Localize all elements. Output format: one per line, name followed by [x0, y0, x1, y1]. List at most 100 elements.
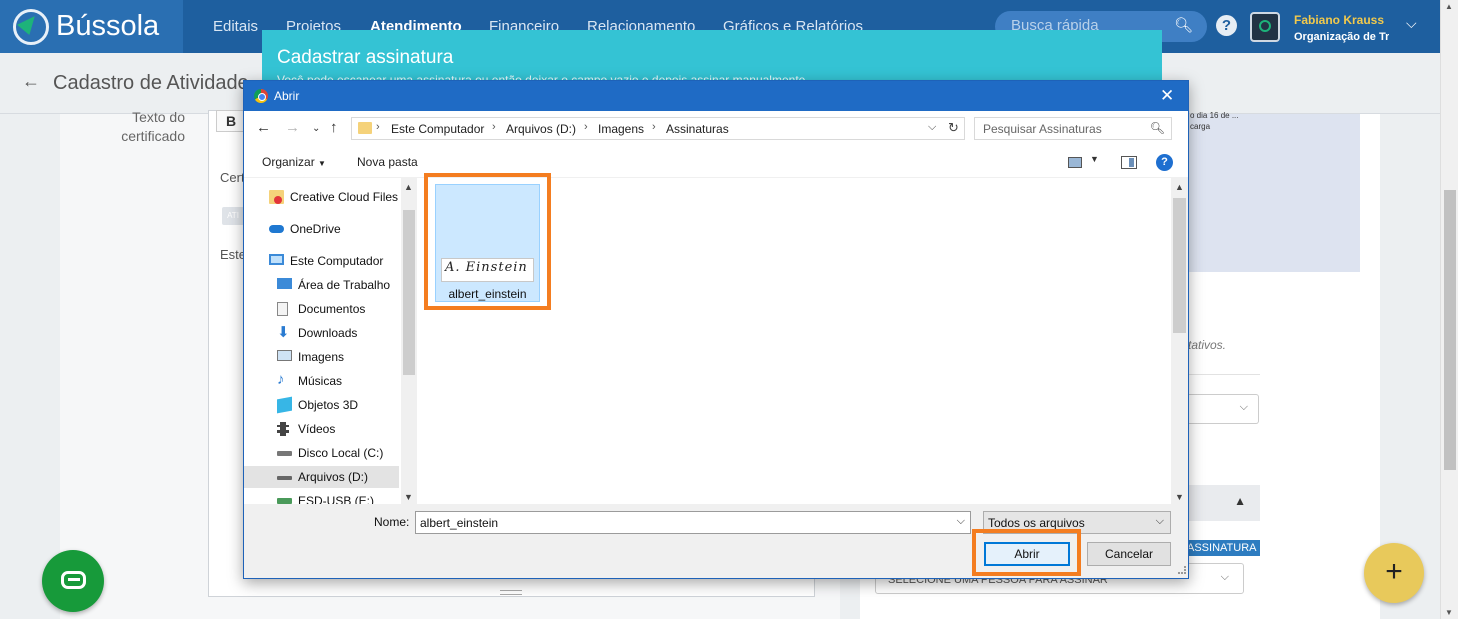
up-folder-icon[interactable]: ↑	[330, 119, 338, 136]
chevron-right-icon[interactable]: ›	[652, 121, 656, 133]
file-name-value: albert_einstein	[420, 516, 499, 530]
hint-text: tativos.	[1188, 338, 1227, 352]
scroll-down-icon[interactable]: ▼	[404, 492, 413, 502]
back-icon[interactable]: ←	[256, 119, 271, 136]
scroll-down-icon[interactable]: ▼	[1445, 608, 1453, 617]
tree-item-esd-usb[interactable]: ESD-USB (E:)	[277, 490, 399, 504]
tree-item-imagens[interactable]: Imagens	[277, 346, 399, 368]
file-list-scrollbar[interactable]: ▲ ▼	[1171, 178, 1188, 504]
help-icon[interactable]: ?	[1216, 15, 1237, 36]
navigation-pane: Creative Cloud Files OneDrive Este Compu…	[244, 178, 417, 504]
downloads-icon: ⬇	[277, 324, 290, 341]
new-folder-button[interactable]: Nova pasta	[357, 155, 418, 169]
scroll-up-icon[interactable]: ▲	[1445, 2, 1453, 11]
logo[interactable]: Bússola	[0, 0, 183, 53]
file-name-input[interactable]: albert_einstein ⌵	[415, 511, 971, 534]
resize-handle[interactable]	[500, 590, 522, 595]
pictures-icon	[277, 350, 292, 361]
add-button[interactable]: +	[1364, 543, 1424, 603]
chevron-right-icon[interactable]: ›	[492, 121, 496, 133]
folder-icon	[358, 122, 372, 134]
folder-search-placeholder: Pesquisar Assinaturas	[983, 122, 1102, 136]
variable-tag[interactable]: ATI	[222, 207, 244, 225]
page-scrollbar[interactable]: ▲ ▼	[1440, 0, 1458, 619]
open-file-dialog: Abrir ✕ ← → ⌄ ↑ › Este Computador › Arqu…	[243, 80, 1189, 579]
option-select[interactable]: ⌵	[1186, 394, 1259, 424]
tree-item-label: OneDrive	[290, 222, 341, 236]
breadcrumb-arquivos[interactable]: Arquivos (D:)	[506, 122, 576, 136]
search-icon[interactable]: 🔍︎	[1174, 16, 1193, 34]
computer-icon	[269, 254, 284, 265]
page-title: Cadastro de Atividade	[53, 72, 249, 94]
creative-cloud-icon	[269, 190, 284, 204]
chevron-down-icon: ⌵	[1220, 571, 1229, 583]
chevron-right-icon[interactable]: ›	[376, 121, 380, 133]
chevron-down-icon[interactable]: ⌵	[1406, 15, 1417, 32]
user-name[interactable]: Fabiano Krauss	[1294, 13, 1384, 27]
tree-item-label: Área de Trabalho	[298, 278, 391, 292]
documents-icon	[277, 302, 288, 316]
tree-item-label: Este Computador	[290, 254, 384, 268]
breadcrumb-este-computador[interactable]: Este Computador	[391, 122, 484, 136]
tree-item-creative-cloud[interactable]: Creative Cloud Files	[269, 186, 399, 208]
editor-text-cert: Cert	[220, 170, 245, 185]
view-options-icon[interactable]	[1068, 157, 1082, 168]
tree-item-label: Músicas	[298, 374, 343, 388]
back-arrow-icon[interactable]: ←	[22, 71, 40, 92]
tree-item-musicas[interactable]: ♪ Músicas	[277, 370, 399, 392]
file-name: albert_einstein	[448, 287, 527, 301]
nav-pane-scrollbar[interactable]: ▲ ▼	[401, 178, 417, 504]
nav-editais[interactable]: Editais	[213, 18, 258, 35]
preview-pane-icon[interactable]	[1121, 156, 1137, 169]
folder-search-input[interactable]: Pesquisar Assinaturas 🔍︎	[974, 117, 1172, 140]
chat-button[interactable]	[42, 550, 104, 612]
chevron-right-icon[interactable]: ›	[584, 121, 588, 133]
tree-item-este-computador[interactable]: Este Computador	[269, 250, 399, 272]
dialog-titlebar[interactable]: Abrir ✕	[244, 81, 1188, 111]
caret-down-icon[interactable]: ▼	[1090, 154, 1099, 164]
avatar[interactable]	[1250, 12, 1280, 42]
tree-item-videos[interactable]: Vídeos	[277, 418, 399, 440]
tree-item-label: Creative Cloud Files	[290, 190, 399, 204]
close-icon[interactable]: ✕	[1160, 86, 1174, 106]
modal-title: Cadastrar assinatura	[277, 47, 454, 68]
tree-item-disco-local[interactable]: Disco Local (C:)	[277, 442, 399, 464]
caret-up-icon[interactable]: ▲	[1234, 494, 1246, 508]
file-item-albert-einstein[interactable]: A. Einstein albert_einstein	[435, 184, 540, 302]
tree-item-desktop[interactable]: Área de Trabalho	[277, 274, 399, 296]
breadcrumb-assinaturas[interactable]: Assinaturas	[666, 122, 729, 136]
organize-menu[interactable]: Organizar ▼	[262, 155, 326, 169]
recent-locations-icon[interactable]: ⌄	[312, 123, 320, 134]
breadcrumb-imagens[interactable]: Imagens	[598, 122, 644, 136]
tree-item-onedrive[interactable]: OneDrive	[269, 218, 399, 240]
chevron-down-icon: ⌵	[1155, 515, 1164, 527]
scroll-down-icon[interactable]: ▼	[1175, 492, 1184, 502]
scroll-up-icon[interactable]: ▲	[404, 182, 413, 192]
resize-grip-icon[interactable]	[1178, 566, 1186, 574]
cancel-button[interactable]: Cancelar	[1087, 542, 1171, 566]
search-icon[interactable]: 🔍︎	[1150, 121, 1165, 135]
open-button[interactable]: Abrir	[984, 542, 1070, 566]
chevron-down-icon[interactable]: ⌵	[957, 515, 965, 528]
tree-item-documentos[interactable]: Documentos	[277, 298, 399, 320]
chevron-down-icon[interactable]: ⌵	[928, 121, 936, 134]
scroll-thumb[interactable]	[403, 210, 415, 375]
tree-item-objetos-3d[interactable]: Objetos 3D	[277, 394, 399, 416]
scroll-up-icon[interactable]: ▲	[1175, 182, 1184, 192]
forward-icon[interactable]: →	[285, 119, 300, 136]
tree-item-downloads[interactable]: ⬇ Downloads	[277, 322, 399, 344]
user-organization[interactable]: Organização de Tre	[1294, 31, 1389, 43]
refresh-icon[interactable]: ↻	[948, 120, 959, 136]
scroll-thumb[interactable]	[1173, 198, 1186, 333]
signature-modal-header: Cadastrar assinatura Você pode escanear …	[262, 30, 1162, 82]
help-icon[interactable]: ?	[1156, 154, 1173, 171]
logo-text: Bússola	[56, 10, 160, 42]
collapsible-panel-header[interactable]: ▲	[1188, 485, 1260, 521]
address-bar[interactable]: › Este Computador › Arquivos (D:) › Imag…	[351, 117, 965, 140]
tree-item-arquivos-d[interactable]: Arquivos (D:)	[244, 466, 399, 488]
chevron-down-icon: ⌵	[1239, 401, 1248, 413]
bold-button[interactable]: B	[216, 110, 246, 132]
file-type-select[interactable]: Todos os arquivos ⌵	[983, 511, 1171, 534]
caret-down-icon: ▼	[318, 159, 326, 168]
scroll-thumb[interactable]	[1444, 190, 1456, 470]
